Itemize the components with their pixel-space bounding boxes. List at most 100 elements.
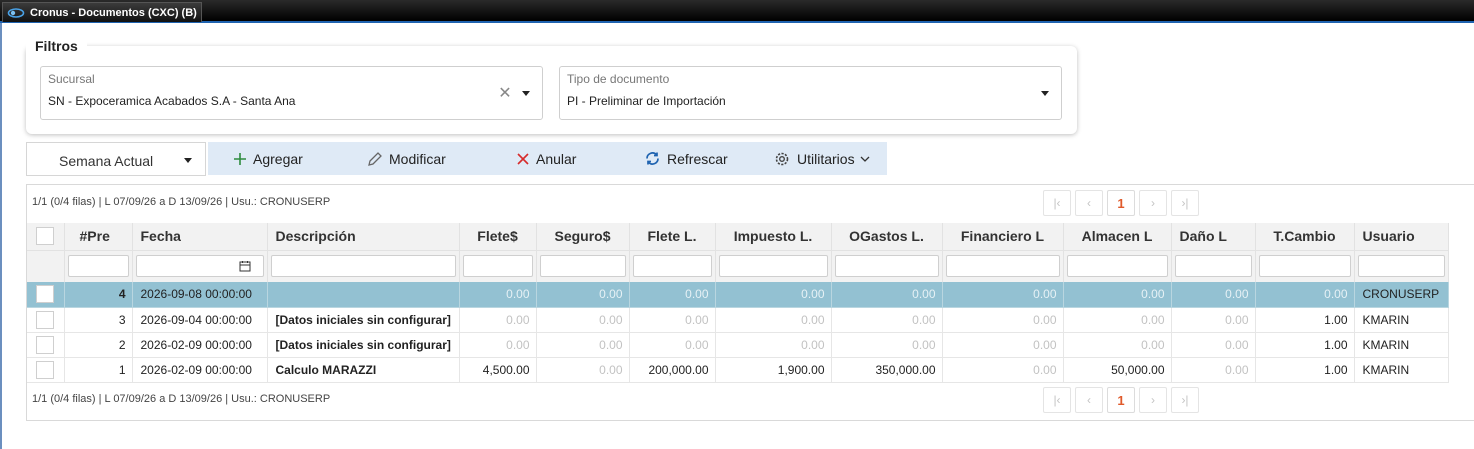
clear-icon[interactable]: ✕: [497, 86, 513, 102]
select-all-checkbox[interactable]: [36, 227, 55, 246]
select-all-header[interactable]: [27, 223, 65, 251]
current-page-button[interactable]: 1: [1107, 190, 1135, 216]
pager-bottom: |‹ ‹ 1 › ›|: [1043, 387, 1203, 413]
void-button[interactable]: Anular: [516, 142, 576, 175]
table-row[interactable]: 3 2026-09-04 00:00:00 [Datos iniciales s…: [27, 307, 1449, 333]
column-header[interactable]: #Pre: [64, 223, 133, 251]
filter-input-impuesto-l[interactable]: [718, 255, 828, 278]
column-header[interactable]: Financiero L: [942, 223, 1064, 251]
cell-almacen-l: 50,000.00: [1063, 357, 1172, 383]
column-header[interactable]: Almacen L: [1063, 223, 1172, 251]
filter-input-almacen-l[interactable]: [1066, 255, 1168, 278]
first-page-button[interactable]: |‹: [1043, 190, 1071, 216]
window-title: Cronus - Documentos (CXC) (B): [30, 6, 197, 19]
column-header[interactable]: T.Cambio: [1255, 223, 1355, 251]
table-row[interactable]: 4 2026-09-08 00:00:00 0.00 0.00 0.00 0.0…: [27, 282, 1449, 308]
window-titlebar: Cronus - Documentos (CXC) (B): [0, 0, 1474, 23]
app-logo-icon: [7, 7, 25, 18]
row-select-cell[interactable]: [27, 332, 65, 358]
column-header[interactable]: Flete L.: [629, 223, 716, 251]
calendar-icon[interactable]: [239, 260, 251, 272]
action-toolbar: Agregar Modificar Anular Refrescar Utili…: [208, 142, 887, 175]
filter-input-ogastos-l[interactable]: [834, 255, 939, 278]
column-header[interactable]: OGastos L.: [831, 223, 943, 251]
filter-input-usuario[interactable]: [1357, 255, 1445, 278]
filter-cell: [1354, 250, 1449, 282]
first-page-button[interactable]: |‹: [1043, 387, 1071, 413]
row-checkbox[interactable]: [36, 360, 55, 379]
column-header[interactable]: Seguro$: [536, 223, 630, 251]
window-left-edge: [0, 23, 2, 449]
cell-flete-l: 0.00: [629, 332, 716, 358]
refresh-button[interactable]: Refrescar: [644, 142, 728, 175]
table-row[interactable]: 1 2026-02-09 00:00:00 Calculo MARAZZI 4,…: [27, 357, 1449, 383]
filter-input-seguro-usd[interactable]: [539, 255, 626, 278]
cell-pre: 1: [64, 357, 133, 383]
column-header[interactable]: Daño L: [1171, 223, 1256, 251]
column-header[interactable]: Impuesto L.: [715, 223, 832, 251]
filter-input-tcambio[interactable]: [1258, 255, 1351, 278]
refresh-icon: [646, 152, 659, 165]
row-select-cell[interactable]: [27, 307, 65, 333]
row-select-cell[interactable]: [27, 282, 65, 308]
row-checkbox[interactable]: [36, 285, 55, 304]
cell-descripcion: [Datos iniciales sin configurar]: [267, 307, 460, 333]
last-page-button[interactable]: ›|: [1171, 190, 1199, 216]
add-button[interactable]: Agregar: [233, 142, 303, 175]
prev-page-button[interactable]: ‹: [1075, 190, 1103, 216]
filters-legend: Filtros: [26, 38, 87, 54]
cell-impuesto-l: 0.00: [715, 332, 832, 358]
tipo-documento-select[interactable]: Tipo de documento PI - Preliminar de Imp…: [559, 66, 1062, 120]
header-row: #Pre Fecha Descripción Flete$ Seguro$ Fl…: [27, 223, 1449, 251]
window-tab[interactable]: Cronus - Documentos (CXC) (B): [2, 2, 202, 22]
cell-tcambio: 1.00: [1255, 307, 1355, 333]
cell-fecha: 2026-02-09 00:00:00: [132, 332, 268, 358]
filter-cell: [536, 250, 630, 282]
cell-almacen-l: 0.00: [1063, 282, 1172, 308]
period-select[interactable]: Semana Actual: [26, 142, 206, 176]
filter-input-flete-usd[interactable]: [462, 255, 533, 278]
cell-descripcion: Calculo MARAZZI: [267, 357, 460, 383]
cell-financiero-l: 0.00: [942, 357, 1064, 383]
filter-cell: [132, 250, 268, 282]
cell-dano-l: 0.00: [1171, 332, 1256, 358]
row-select-cell[interactable]: [27, 357, 65, 383]
cell-flete-usd: 0.00: [459, 307, 537, 333]
filter-input-descripcion[interactable]: [270, 255, 456, 278]
table-row[interactable]: 2 2026-02-09 00:00:00 [Datos iniciales s…: [27, 332, 1449, 358]
filter-input-flete-l[interactable]: [632, 255, 712, 278]
next-page-button[interactable]: ›: [1139, 190, 1167, 216]
column-header[interactable]: Flete$: [459, 223, 537, 251]
row-checkbox[interactable]: [36, 335, 55, 354]
filter-cell: [1255, 250, 1355, 282]
sucursal-label: Sucursal: [48, 72, 95, 86]
documents-table: #Pre Fecha Descripción Flete$ Seguro$ Fl…: [27, 223, 1449, 383]
prev-page-button[interactable]: ‹: [1075, 387, 1103, 413]
column-header[interactable]: Fecha: [132, 223, 268, 251]
utilities-menu-button[interactable]: Utilitarios: [773, 142, 871, 175]
sucursal-select[interactable]: Sucursal SN - Expoceramica Acabados S.A …: [40, 66, 543, 120]
cell-impuesto-l: 0.00: [715, 307, 832, 333]
filter-cell: [27, 250, 65, 282]
cell-tcambio: 1.00: [1255, 332, 1355, 358]
cell-usuario: KMARIN: [1354, 357, 1449, 383]
cell-seguro-usd: 0.00: [536, 332, 630, 358]
filter-input-dano-l[interactable]: [1174, 255, 1252, 278]
column-header[interactable]: Descripción: [267, 223, 460, 251]
filter-input-fecha[interactable]: [135, 255, 264, 278]
next-page-button[interactable]: ›: [1139, 387, 1167, 413]
chevron-down-icon[interactable]: [184, 158, 192, 163]
current-page-button[interactable]: 1: [1107, 387, 1135, 413]
filter-input-financiero-l[interactable]: [945, 255, 1060, 278]
filters-panel: Sucursal SN - Expoceramica Acabados S.A …: [26, 46, 1077, 134]
edit-button[interactable]: Modificar: [367, 142, 446, 175]
column-header[interactable]: Usuario: [1354, 223, 1449, 251]
row-checkbox[interactable]: [36, 310, 55, 329]
chevron-down-icon[interactable]: [1041, 91, 1049, 96]
cell-impuesto-l: 1,900.00: [715, 357, 832, 383]
last-page-button[interactable]: ›|: [1171, 387, 1199, 413]
chevron-down-icon: [860, 156, 870, 162]
filter-input-pre[interactable]: [67, 255, 129, 278]
grid-info-top: 1/1 (0/4 filas) | L 07/09/26 a D 13/09/2…: [32, 196, 331, 208]
chevron-down-icon[interactable]: [522, 91, 530, 96]
